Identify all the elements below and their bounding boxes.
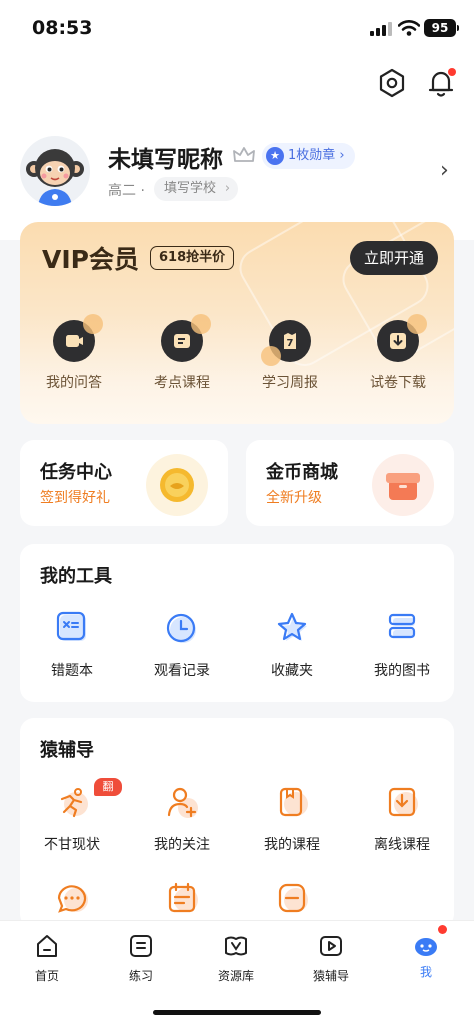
- coin-mall-title: 金币商城: [266, 462, 338, 483]
- vip-open-button[interactable]: 立即开通: [350, 241, 438, 275]
- nav-me[interactable]: 我: [391, 925, 461, 980]
- profile-chevron-icon[interactable]: ›: [440, 158, 449, 183]
- notification-dot: [448, 68, 456, 76]
- vip-item-download[interactable]: 试卷下载: [348, 314, 448, 392]
- task-center-subtitle: 签到得好礼: [40, 490, 110, 506]
- tool-favorites[interactable]: 收藏夹: [242, 610, 342, 680]
- weekly-report-icon: 7: [261, 320, 311, 366]
- nav-practice[interactable]: 练习: [106, 933, 176, 984]
- library-icon: [225, 936, 247, 956]
- tool-label: 观看记录: [154, 663, 210, 679]
- fudao-item-message[interactable]: [22, 880, 122, 920]
- calendar-icon: [168, 882, 198, 913]
- coin-mall-subtitle: 全新升级: [266, 490, 322, 506]
- tool-my-books[interactable]: 我的图书: [352, 610, 452, 680]
- nav-home[interactable]: 首页: [12, 933, 82, 984]
- fudao-item-my-course[interactable]: 我的课程: [242, 784, 342, 854]
- fudao-item-following[interactable]: 我的关注: [132, 784, 232, 854]
- tool-label: 不甘现状: [44, 837, 100, 853]
- crown-icon[interactable]: [232, 145, 256, 165]
- nav-fudao[interactable]: 猿辅导: [296, 933, 366, 984]
- settings-icon[interactable]: [375, 66, 409, 100]
- vip-card[interactable]: VIP会员 618抢半价 立即开通 我的问答 考点课程 7 学习周报 试卷下载: [20, 222, 454, 424]
- play-icon: [320, 936, 342, 956]
- school-label: 填写学校: [164, 181, 217, 196]
- nav-notification-dot: [438, 925, 447, 934]
- nav-library[interactable]: 资源库: [201, 933, 271, 984]
- vip-item-qa[interactable]: 我的问答: [24, 314, 124, 392]
- message-icon: [57, 885, 88, 913]
- course-icon: [161, 314, 211, 362]
- vip-item-label: 学习周报: [262, 375, 318, 391]
- nav-label: 首页: [34, 969, 59, 983]
- vip-title: VIP会员: [42, 245, 139, 274]
- tool-label: 错题本: [51, 663, 93, 679]
- mistake-book-icon: [56, 611, 86, 641]
- books-icon: [388, 613, 416, 639]
- badge-label: 1枚勋章: [288, 148, 336, 163]
- tools-title: 我的工具: [40, 566, 112, 587]
- nav-label: 资源库: [217, 969, 254, 983]
- runner-icon: [60, 788, 88, 818]
- offline-course-icon: [388, 787, 418, 817]
- fudao-item-more[interactable]: [242, 880, 342, 920]
- nav-label: 我: [419, 965, 432, 979]
- vip-item-weekly-report[interactable]: 7 学习周报: [240, 320, 340, 392]
- shop-box-icon: [372, 454, 434, 516]
- fudao-item-offline-course[interactable]: 离线课程: [352, 784, 452, 854]
- vip-promo-tag: 618抢半价: [150, 246, 235, 270]
- monkey-avatar-icon: [26, 149, 84, 206]
- tool-watch-history[interactable]: 观看记录: [132, 610, 232, 680]
- badge-star-icon: ★: [266, 147, 284, 165]
- follow-user-icon: [167, 787, 198, 818]
- status-time: 08:53: [32, 17, 93, 39]
- signal-icon: [370, 22, 392, 36]
- qa-icon: [53, 314, 103, 362]
- chevron-right-icon: ›: [339, 148, 345, 163]
- download-icon: [377, 314, 427, 362]
- task-center-title: 任务中心: [40, 462, 112, 483]
- weekly-report-number: 7: [287, 338, 294, 349]
- star-icon: [277, 612, 307, 641]
- tools-panel: 我的工具 错题本 观看记录 收藏夹 我的图书: [20, 544, 454, 702]
- coin-icon: [146, 454, 208, 516]
- tool-label: 我的关注: [154, 837, 210, 853]
- vip-item-label: 考点课程: [154, 375, 210, 391]
- tool-mistake-book[interactable]: 错题本: [22, 610, 122, 680]
- my-course-icon: [279, 787, 308, 817]
- clock-icon: [166, 613, 196, 643]
- fudao-flag-badge: 翻盘: [94, 778, 122, 811]
- vip-item-label: 我的问答: [46, 375, 102, 391]
- avatar[interactable]: [20, 136, 90, 206]
- grade-label: 高二 ·: [108, 183, 145, 199]
- badge-pill[interactable]: ★ 1枚勋章 ›: [262, 143, 355, 169]
- notification-button[interactable]: [424, 66, 458, 100]
- app-box-icon: [278, 883, 308, 913]
- fudao-panel: 猿辅导 翻盘 不甘现状 我的关注 我的课程 离线课程: [20, 718, 454, 928]
- vip-item-label: 试卷下载: [370, 375, 426, 391]
- chevron-right-icon: ›: [224, 181, 231, 196]
- school-button[interactable]: 填写学校 ›: [154, 177, 239, 201]
- fudao-item-schedule[interactable]: [132, 880, 232, 920]
- tool-label: 收藏夹: [271, 663, 313, 679]
- nav-label: 猿辅导: [312, 969, 349, 983]
- status-bar: 08:53 95: [0, 0, 474, 56]
- tool-label: 我的图书: [374, 663, 430, 679]
- tool-label: 离线课程: [374, 837, 430, 853]
- practice-icon: [130, 935, 152, 957]
- battery-icon: 95: [424, 19, 459, 37]
- task-center-card[interactable]: 任务中心 签到得好礼: [20, 440, 228, 526]
- nickname[interactable]: 未填写昵称: [108, 140, 223, 174]
- fudao-item-not-satisfied[interactable]: 翻盘 不甘现状: [22, 778, 122, 854]
- fudao-title: 猿辅导: [40, 740, 94, 761]
- home-indicator: [153, 1010, 321, 1015]
- vip-item-course[interactable]: 考点课程: [132, 314, 232, 392]
- nav-label: 练习: [128, 969, 153, 983]
- coin-mall-card[interactable]: 金币商城 全新升级: [246, 440, 454, 526]
- wifi-icon: [398, 20, 420, 36]
- home-icon: [37, 935, 57, 957]
- tool-label: 我的课程: [264, 837, 320, 853]
- me-icon: [413, 925, 447, 959]
